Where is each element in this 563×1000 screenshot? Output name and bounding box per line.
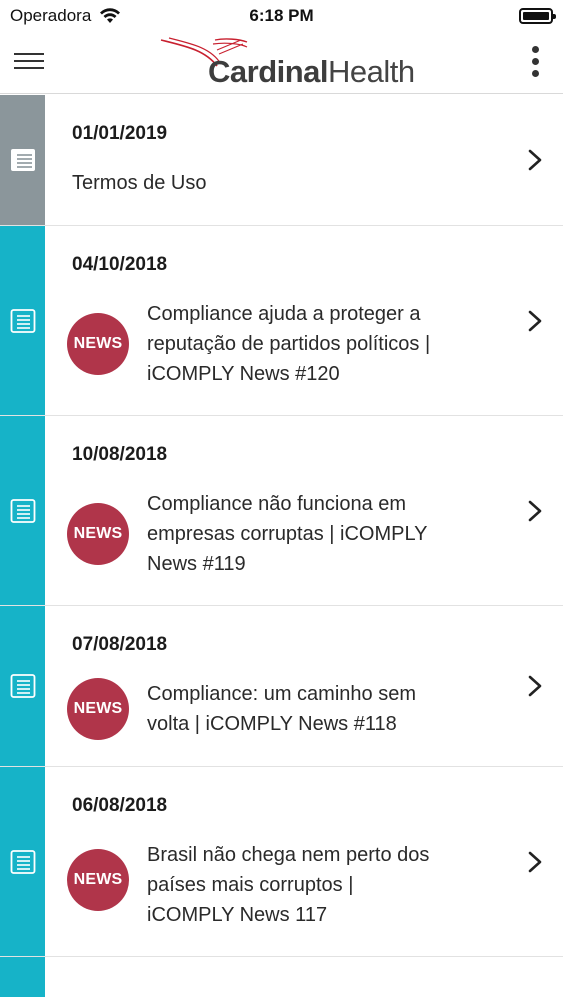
chevron-right-icon: [528, 675, 542, 697]
item-date: 01/01/2019: [72, 123, 168, 144]
item-title-line: volta | iCOMPLY News #118: [147, 713, 397, 735]
list-item[interactable]: 04/10/2018 NEWS Compliance ajuda a prote…: [0, 226, 563, 416]
item-title-line: reputação de partidos políticos |: [147, 333, 431, 355]
document-list: 01/01/2019 Termos de Uso 04/10/2018 NEWS…: [0, 95, 563, 997]
item-title-line: países mais corruptos |: [147, 874, 354, 896]
logo-wordmark: CardinalHealth: [208, 54, 415, 89]
list-item[interactable]: 10/08/2018 NEWS Compliance não funciona …: [0, 416, 563, 606]
news-badge: NEWS: [67, 503, 129, 565]
app-header: CardinalHealth: [0, 32, 563, 94]
document-icon: [11, 149, 35, 171]
item-title-line: empresas corruptas | iCOMPLY: [147, 523, 428, 545]
news-badge: NEWS: [67, 678, 129, 740]
cardinal-health-logo: CardinalHealth: [155, 36, 415, 92]
chevron-right-icon: [528, 310, 542, 331]
item-title: Compliance não funciona em empresas corru…: [147, 489, 487, 579]
battery-icon: [519, 8, 556, 24]
item-date: 04/10/2018: [72, 254, 168, 275]
item-title-line: Compliance: um caminho sem: [147, 683, 416, 705]
item-title: Compliance: um caminho sem volta | iCOMPL…: [147, 679, 487, 739]
list-item[interactable]: 06/08/2018 NEWS Brasil não chega nem per…: [0, 767, 563, 957]
list-item[interactable]: [0, 957, 563, 997]
item-title-line: News #119: [147, 553, 246, 575]
item-date: 10/08/2018: [72, 444, 168, 465]
item-title-line: Brasil não chega nem perto dos: [147, 844, 430, 866]
document-icon: [10, 498, 36, 523]
list-item[interactable]: 01/01/2019 Termos de Uso: [0, 95, 563, 226]
item-title: Compliance ajuda a proteger a reputação d…: [147, 299, 487, 389]
item-title-line: Compliance ajuda a proteger a: [147, 303, 421, 325]
item-date: 06/08/2018: [72, 795, 168, 816]
carrier-label: Operadora: [10, 6, 92, 25]
document-icon: [10, 308, 36, 333]
news-badge: NEWS: [67, 849, 129, 911]
document-icon: [10, 849, 36, 874]
more-options-icon[interactable]: [525, 46, 545, 80]
chevron-right-icon: [528, 851, 542, 872]
item-date: 07/08/2018: [72, 634, 168, 655]
item-title-line: Compliance não funciona em: [147, 493, 407, 515]
list-item[interactable]: 07/08/2018 NEWS Compliance: um caminho s…: [0, 606, 563, 767]
item-title: Brasil não chega nem perto dos países mai…: [147, 840, 487, 930]
document-icon: [10, 674, 36, 698]
item-status-stripe: [0, 957, 45, 997]
wifi-icon: [100, 8, 121, 23]
hamburger-menu-icon[interactable]: [12, 48, 46, 76]
chevron-right-icon: [528, 500, 542, 521]
news-badge: NEWS: [67, 313, 129, 375]
item-title: Termos de Uso: [72, 172, 207, 194]
status-bar: Operadora 6:18 PM: [0, 0, 563, 32]
item-title-line: iCOMPLY News 117: [147, 904, 328, 926]
chevron-right-icon: [528, 149, 542, 171]
item-title-line: iCOMPLY News #120: [147, 363, 340, 385]
